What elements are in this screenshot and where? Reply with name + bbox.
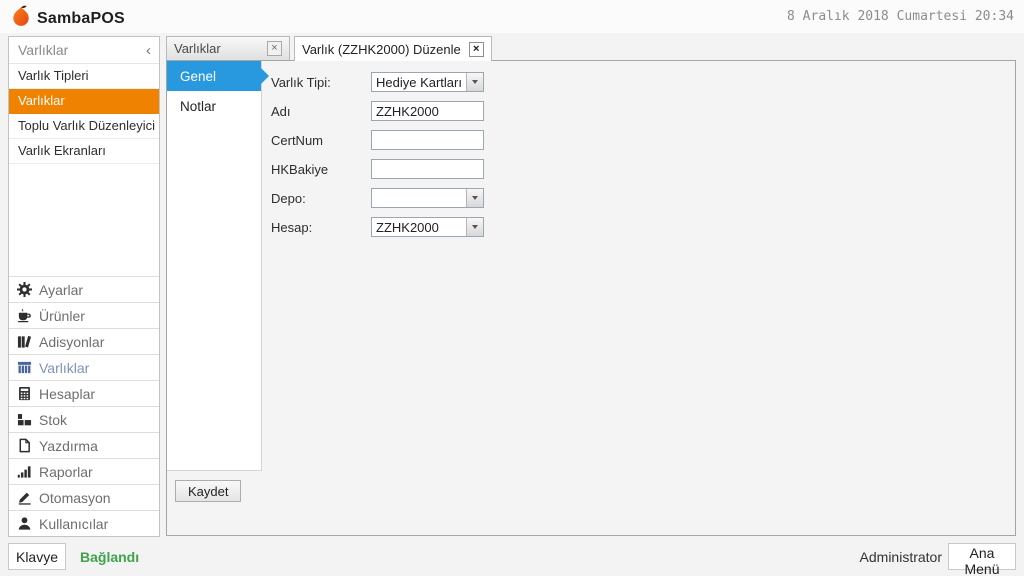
module-item-yazdirma[interactable]: Yazdırma: [9, 432, 159, 458]
left-sidebar: Varlıklar ‹ Varlık TipleriVarlıklarToplu…: [8, 36, 160, 537]
keyboard-button[interactable]: Klavye: [8, 543, 66, 570]
field-select-depo[interactable]: [371, 188, 484, 208]
collapse-icon[interactable]: ‹: [146, 43, 151, 58]
bar-chart-icon: [16, 464, 32, 480]
module-list: Ayarlar Ürünler Adisyonlar Varlıklar Hes…: [9, 276, 159, 536]
section-list: GenelNotlar: [167, 61, 262, 471]
main-menu-button[interactable]: Ana Menü: [948, 543, 1016, 570]
section-tab-genel[interactable]: Genel: [167, 61, 261, 91]
sidebar-header-label: Varlıklar: [18, 42, 68, 58]
chevron-down-icon: [472, 80, 478, 84]
tab-label: Varlık (ZZHK2000) Düzenle: [302, 42, 461, 57]
field-label-hesap: Hesap:: [271, 220, 371, 235]
module-item-urunler[interactable]: Ürünler: [9, 302, 159, 328]
field-input-hkbakiye[interactable]: [371, 159, 484, 179]
tab-varliklar[interactable]: Varlıklar ×: [166, 36, 290, 60]
user-icon: [16, 516, 32, 532]
module-item-adisyonlar[interactable]: Adisyonlar: [9, 328, 159, 354]
module-item-raporlar[interactable]: Raporlar: [9, 458, 159, 484]
module-item-ayarlar[interactable]: Ayarlar: [9, 276, 159, 302]
sidebar-item-varliklar[interactable]: Varlıklar: [9, 89, 159, 114]
calculator-icon: [16, 386, 32, 402]
document-icon: [16, 438, 32, 454]
module-item-kullanicilar[interactable]: Kullanıcılar: [9, 510, 159, 536]
clock-datetime: 8 Aralık 2018 Cumartesi 20:34: [787, 9, 1014, 24]
books-icon: [16, 334, 32, 350]
save-button[interactable]: Kaydet: [175, 480, 241, 502]
form-row: HKBakiye: [271, 159, 484, 179]
sidebar-spacer: [9, 164, 159, 276]
sidebar-item-varlik-tipleri[interactable]: Varlık Tipleri: [9, 64, 159, 89]
sidebar-header: Varlıklar ‹: [9, 37, 159, 64]
tab-close-icon[interactable]: ×: [469, 42, 484, 57]
section-tab-notlar[interactable]: Notlar: [167, 91, 261, 121]
app-title: SambaPOS: [37, 10, 125, 28]
editor-panel: GenelNotlar Varlık Tipi: Hediye Kartları…: [166, 60, 1016, 536]
app-window: SambaPOS 8 Aralık 2018 Cumartesi 20:34 V…: [0, 0, 1024, 576]
app-logo: SambaPOS: [10, 4, 125, 33]
dropdown-button[interactable]: [466, 189, 483, 207]
form-row: Hesap: ZZHK2000: [271, 217, 484, 237]
top-bar: SambaPOS 8 Aralık 2018 Cumartesi 20:34: [0, 0, 1024, 33]
chevron-down-icon: [472, 196, 478, 200]
field-label-hkbakiye: HKBakiye: [271, 162, 371, 177]
chevron-down-icon: [472, 225, 478, 229]
tab-bar: Varlıklar × Varlık (ZZHK2000) Düzenle ×: [166, 36, 492, 62]
module-item-otomasyon[interactable]: Otomasyon: [9, 484, 159, 510]
sambapos-flame-icon: [10, 4, 32, 33]
field-select-varlik-tipi[interactable]: Hediye Kartları: [371, 72, 484, 92]
logged-in-user: Administrator: [860, 549, 942, 565]
module-item-varliklar[interactable]: Varlıklar: [9, 354, 159, 380]
form-row: Depo:: [271, 188, 484, 208]
field-label-depo: Depo:: [271, 191, 371, 206]
field-label-certnum: CertNum: [271, 133, 371, 148]
field-select-hesap[interactable]: ZZHK2000: [371, 217, 484, 237]
sidebar-item-varlik-ekranlari[interactable]: Varlık Ekranları: [9, 139, 159, 164]
module-item-stok[interactable]: Stok: [9, 406, 159, 432]
coffee-cup-icon: [16, 308, 32, 324]
field-input-certnum[interactable]: [371, 130, 484, 150]
field-label-adi: Adı: [271, 104, 371, 119]
pencil-icon: [16, 490, 32, 506]
module-item-hesaplar[interactable]: Hesaplar: [9, 380, 159, 406]
field-input-adi[interactable]: [371, 101, 484, 121]
tab-close-icon[interactable]: ×: [267, 41, 282, 56]
field-label-varlik-tipi: Varlık Tipi:: [271, 75, 371, 90]
form-row: Adı: [271, 101, 484, 121]
boxes-icon: [16, 412, 32, 428]
gear-icon: [16, 282, 32, 298]
combobox-value: Hediye Kartları: [372, 73, 466, 91]
combobox-value: [372, 189, 466, 207]
edit-form: Varlık Tipi: Hediye Kartları Adı CertNum…: [271, 72, 484, 246]
dropdown-button[interactable]: [466, 218, 483, 236]
columns-icon: [16, 360, 32, 376]
sidebar-item-list: Varlık TipleriVarlıklarToplu Varlık Düze…: [9, 64, 159, 164]
dropdown-button[interactable]: [466, 73, 483, 91]
sidebar-item-toplu-varlik-duzenleyici[interactable]: Toplu Varlık Düzenleyici: [9, 114, 159, 139]
tab-varlik-duzenle[interactable]: Varlık (ZZHK2000) Düzenle ×: [294, 36, 492, 61]
form-row: CertNum: [271, 130, 484, 150]
form-row: Varlık Tipi: Hediye Kartları: [271, 72, 484, 92]
tab-label: Varlıklar: [174, 41, 221, 56]
combobox-value: ZZHK2000: [372, 218, 466, 236]
connection-status: Bağlandı: [80, 549, 139, 565]
